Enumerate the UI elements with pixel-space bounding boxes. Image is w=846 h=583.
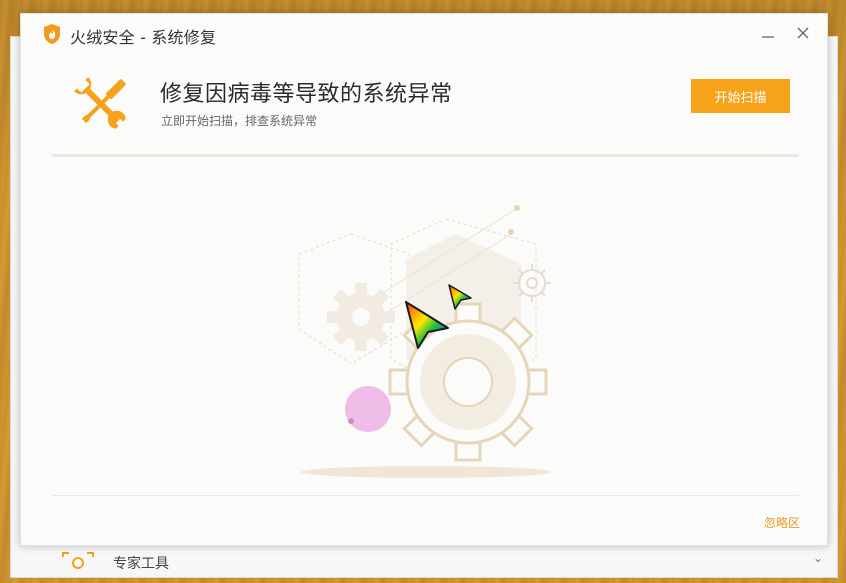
page-subtitle: 立即开始扫描，排查系统异常 [161, 114, 318, 128]
expert-tools-label: 专家工具 [113, 556, 169, 572]
minimize-icon [762, 36, 774, 38]
system-repair-dialog: 火绒安全 - 系统修复 修复因病毒等导致的系统异常 立即开始扫描，排查系统异常 … [20, 13, 828, 546]
gears-illustration [281, 199, 581, 484]
page-title: 修复因病毒等导致的系统异常 [160, 82, 453, 107]
close-icon [797, 27, 809, 39]
background-window-footer: 专家工具 ⌄ [11, 543, 837, 577]
chevron-down-icon[interactable]: ⌄ [813, 551, 823, 565]
wrench-screwdriver-icon [69, 74, 133, 134]
close-button[interactable] [792, 22, 814, 44]
start-scan-button[interactable]: 开始扫描 [691, 79, 790, 113]
window-title: 火绒安全 - 系统修复 [70, 28, 217, 47]
header-divider [52, 154, 799, 157]
huorong-shield-icon [42, 23, 62, 45]
footer-divider [52, 495, 799, 496]
titlebar: 火绒安全 - 系统修复 [21, 14, 827, 52]
minimize-button[interactable] [757, 22, 779, 44]
ignore-list-link[interactable]: 忽略区 [764, 514, 800, 531]
expert-tools-icon [61, 551, 95, 569]
